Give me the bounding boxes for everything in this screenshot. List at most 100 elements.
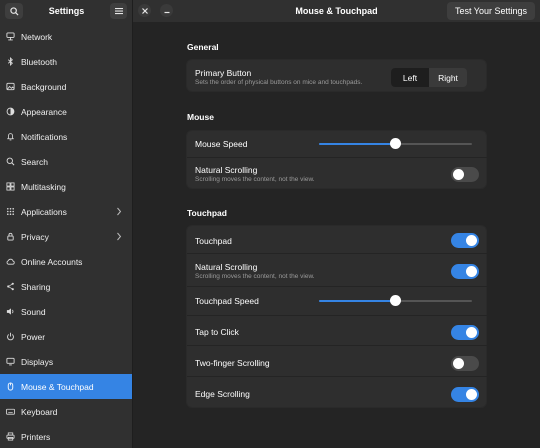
displays-icon: [6, 357, 15, 366]
divider: [187, 345, 488, 346]
divider: [187, 157, 488, 158]
sidebar-item-label: Sharing: [21, 281, 51, 292]
primary-button-selector: Left Right: [391, 68, 467, 87]
chevron-right-icon: [117, 207, 122, 216]
hamburger-icon: [114, 8, 123, 15]
sidebar-item-label: Bluetooth: [21, 56, 57, 67]
sidebar-item-label: Applications: [21, 206, 67, 217]
main-content: General Primary Button Sets the order of…: [134, 22, 540, 448]
primary-button-subtitle: Sets the order of physical buttons on mi…: [195, 79, 363, 86]
sidebar-item-mouse-touchpad[interactable]: Mouse & Touchpad: [0, 374, 132, 399]
touchpad-natural-scrolling-toggle[interactable]: [451, 264, 479, 279]
sidebar-item-privacy[interactable]: Privacy: [0, 224, 132, 249]
primary-button-label: Primary Button: [195, 68, 252, 78]
sound-icon: [6, 307, 15, 316]
tap-to-click-label: Tap to Click: [195, 327, 239, 337]
sidebar-item-label: Keyboard: [21, 406, 58, 417]
divider: [187, 315, 488, 316]
sidebar-item-label: Online Accounts: [21, 256, 83, 267]
sidebar-item-label: Privacy: [21, 231, 49, 242]
sidebar-item-background[interactable]: Background: [0, 74, 132, 99]
general-card: Primary Button Sets the order of physica…: [186, 59, 487, 92]
sidebar-item-label: Printers: [21, 431, 51, 442]
online-accounts-icon: [6, 257, 15, 266]
sidebar-item-label: Sound: [21, 306, 46, 317]
sidebar-item-label: Displays: [21, 356, 54, 367]
touchpad-label: Touchpad: [195, 236, 232, 246]
toggle-knob: [466, 389, 477, 400]
bell-icon: [6, 132, 15, 141]
divider: [187, 253, 488, 254]
touchpad-speed-label: Touchpad Speed: [195, 296, 259, 306]
mouse-speed-slider[interactable]: [319, 138, 472, 149]
applications-icon: [6, 207, 15, 216]
toggle-knob: [453, 169, 464, 180]
sidebar-item-label: Appearance: [21, 106, 67, 117]
section-title-touchpad: Touchpad: [187, 208, 227, 218]
sidebar-item-appearance[interactable]: Appearance: [0, 99, 132, 124]
section-title-mouse: Mouse: [187, 112, 214, 122]
appearance-icon: [6, 107, 15, 116]
sidebar-item-sound[interactable]: Sound: [0, 299, 132, 324]
slider-knob[interactable]: [390, 138, 401, 149]
divider: [187, 376, 488, 377]
test-settings-button[interactable]: Test Your Settings: [446, 2, 535, 20]
primary-button-right[interactable]: Right: [429, 68, 467, 87]
sidebar-item-applications[interactable]: Applications: [0, 199, 132, 224]
sidebar-item-displays[interactable]: Displays: [0, 349, 132, 374]
sidebar-item-notifications[interactable]: Notifications: [0, 124, 132, 149]
edge-scrolling-label: Edge Scrolling: [195, 389, 250, 399]
mouse-natural-scrolling-subtitle: Scrolling moves the content, not the vie…: [195, 176, 315, 183]
sidebar-item-bluetooth[interactable]: Bluetooth: [0, 49, 132, 74]
multitasking-icon: [6, 182, 15, 191]
menu-button[interactable]: [110, 3, 127, 19]
toggle-knob: [466, 266, 477, 277]
bluetooth-icon: [6, 57, 15, 66]
divider: [187, 286, 488, 287]
sidebar-item-keyboard[interactable]: Keyboard: [0, 399, 132, 424]
two-finger-scrolling-toggle[interactable]: [451, 356, 479, 371]
sidebar-item-label: Multitasking: [21, 181, 66, 192]
slider-fill: [319, 143, 396, 145]
background-icon: [6, 82, 15, 91]
toggle-knob: [466, 327, 477, 338]
header-bar: Settings Mouse & Touchpad Test Your Sett…: [0, 0, 540, 22]
sidebar-item-search[interactable]: Search: [0, 149, 132, 174]
sidebar-item-online-accounts[interactable]: Online Accounts: [0, 249, 132, 274]
main-header: Mouse & Touchpad Test Your Settings: [133, 0, 540, 22]
mouse-natural-scrolling-toggle[interactable]: [451, 167, 479, 182]
search-icon: [6, 157, 15, 166]
sidebar-item-label: Mouse & Touchpad: [21, 381, 94, 392]
touchpad-speed-slider[interactable]: [319, 295, 472, 306]
power-icon: [6, 332, 15, 341]
sidebar-item-label: Notifications: [21, 131, 68, 142]
tap-to-click-toggle[interactable]: [451, 325, 479, 340]
touchpad-card: Touchpad Natural Scrolling Scrolling mov…: [186, 225, 488, 408]
toggle-knob: [466, 235, 477, 246]
sidebar-item-printers[interactable]: Printers: [0, 424, 132, 448]
keyboard-icon: [6, 407, 15, 416]
mouse-speed-label: Mouse Speed: [195, 139, 248, 149]
privacy-icon: [6, 232, 15, 241]
primary-button-left[interactable]: Left: [391, 68, 429, 87]
toggle-knob: [453, 358, 464, 369]
sidebar-item-label: Power: [21, 331, 46, 342]
sidebar-item-network[interactable]: Network: [0, 24, 132, 49]
sidebar-header: Settings: [0, 0, 133, 22]
touchpad-natural-scrolling-subtitle: Scrolling moves the content, not the vie…: [195, 273, 315, 280]
sidebar-item-label: Background: [21, 81, 67, 92]
sidebar-item-sharing[interactable]: Sharing: [0, 274, 132, 299]
mouse-icon: [6, 382, 15, 391]
slider-knob[interactable]: [390, 295, 401, 306]
sidebar-item-power[interactable]: Power: [0, 324, 132, 349]
two-finger-scrolling-label: Two-finger Scrolling: [195, 358, 270, 368]
sidebar-item-multitasking[interactable]: Multitasking: [0, 174, 132, 199]
printer-icon: [6, 432, 15, 441]
sidebar: Network Bluetooth Background Appearance …: [0, 22, 133, 448]
sidebar-item-label: Search: [21, 156, 48, 167]
sidebar-item-label: Network: [21, 31, 53, 42]
section-title-general: General: [187, 42, 219, 52]
chevron-right-icon: [117, 232, 122, 241]
touchpad-toggle[interactable]: [451, 233, 479, 248]
edge-scrolling-toggle[interactable]: [451, 387, 479, 402]
